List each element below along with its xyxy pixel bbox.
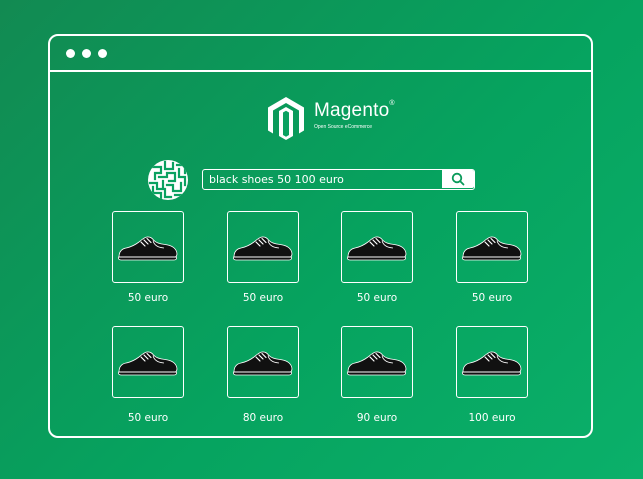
window-dot-icon[interactable] [98, 49, 107, 58]
sneaker-icon [346, 351, 407, 376]
sneaker-icon [117, 351, 178, 376]
search-field[interactable] [202, 169, 475, 190]
window-dot-icon[interactable] [82, 49, 91, 58]
logo-tagline: Open Source eCommerce [314, 124, 373, 130]
window-dot-icon[interactable] [66, 49, 75, 58]
product-card[interactable] [456, 326, 528, 398]
browser-window: Magento® Open Source eCommerce black sho… [48, 34, 593, 438]
maze-avatar-icon[interactable] [147, 159, 189, 201]
product-price: 50 euro [471, 292, 513, 304]
product-price: 50 euro [242, 292, 284, 304]
magento-logo[interactable]: Magento® Open Source eCommerce [266, 96, 396, 144]
sneaker-icon [232, 236, 293, 261]
product-price: 80 euro [242, 412, 284, 424]
product-price: 50 euro [127, 412, 169, 424]
product-price: 100 euro [468, 412, 516, 424]
product-card[interactable] [456, 211, 528, 283]
search-input[interactable] [203, 170, 439, 188]
product-price: 90 euro [356, 412, 398, 424]
product-card[interactable] [227, 326, 299, 398]
product-card[interactable] [112, 326, 184, 398]
product-price: 50 euro [127, 292, 169, 304]
product-card[interactable] [341, 326, 413, 398]
magento-logo-icon [268, 97, 304, 140]
sneaker-icon [117, 236, 178, 261]
logo-wordmark: Magento® [314, 100, 395, 121]
search-icon [451, 172, 465, 186]
product-card[interactable] [227, 211, 299, 283]
sneaker-icon [346, 236, 407, 261]
sneaker-icon [461, 351, 522, 376]
sneaker-icon [461, 236, 522, 261]
product-card[interactable] [341, 211, 413, 283]
browser-title-bar [50, 36, 591, 72]
product-price: 50 euro [356, 292, 398, 304]
product-card[interactable] [112, 211, 184, 283]
search-button[interactable] [442, 170, 474, 188]
sneaker-icon [232, 351, 293, 376]
